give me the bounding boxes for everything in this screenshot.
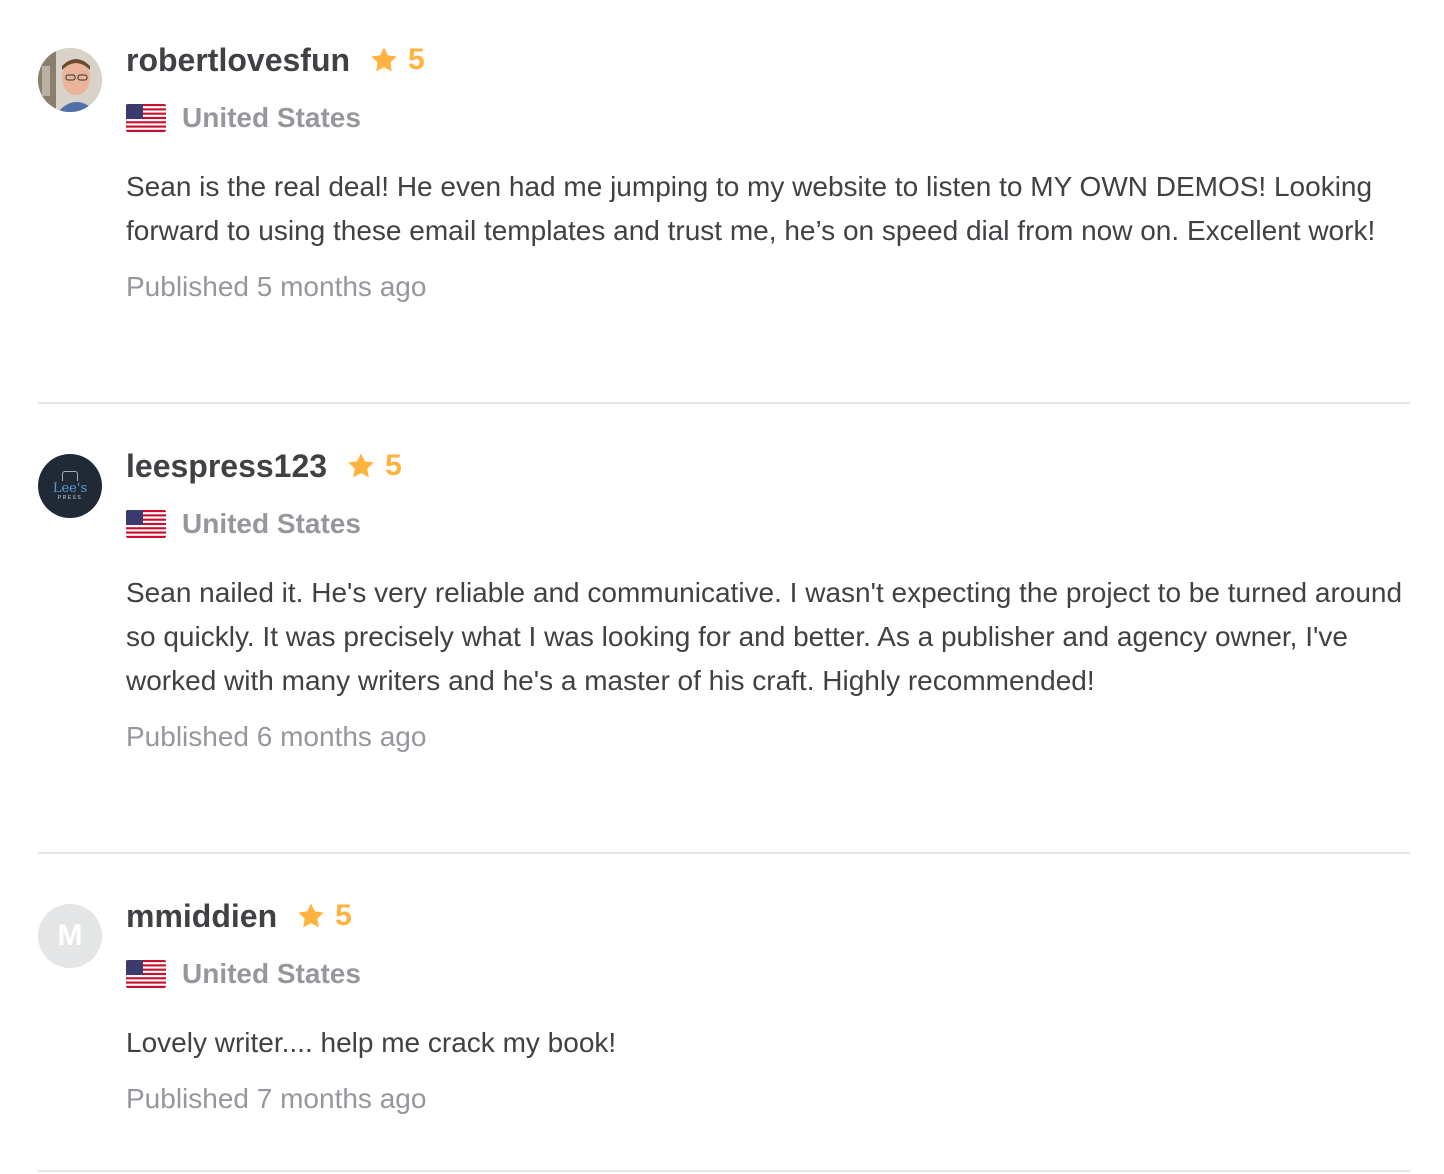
rating-value: 5 xyxy=(385,449,402,482)
username[interactable]: leespress123 xyxy=(126,448,327,485)
rating: 5 xyxy=(345,449,402,483)
rating: 5 xyxy=(295,899,352,933)
avatar[interactable]: Lee's PRESS xyxy=(38,454,102,518)
star-icon xyxy=(348,453,374,478)
avatar-logo-name: Lee's xyxy=(52,480,88,496)
star-icon xyxy=(371,47,397,72)
rating-value: 5 xyxy=(408,43,425,76)
review-item: robertlovesfun 5 United States Sean is t… xyxy=(38,0,1410,404)
us-flag-icon xyxy=(126,510,166,538)
username[interactable]: mmiddien xyxy=(126,898,277,935)
us-flag-icon xyxy=(126,960,166,988)
review-text: Lovely writer.... help me crack my book! xyxy=(126,1027,617,1058)
review-text: Sean is the real deal! He even had me ju… xyxy=(126,171,1376,246)
avatar[interactable]: M xyxy=(38,904,102,968)
review-item: M mmiddien 5 United States Lovely writer… xyxy=(38,854,1410,1172)
review-text: Sean nailed it. He's very reliable and c… xyxy=(126,577,1403,696)
us-flag-icon xyxy=(126,104,166,132)
published-date: Published 5 months ago xyxy=(126,271,427,302)
reviews-list: robertlovesfun 5 United States Sean is t… xyxy=(38,0,1410,1172)
published-date: Published 6 months ago xyxy=(126,721,427,752)
country: United States xyxy=(182,102,361,133)
username[interactable]: robertlovesfun xyxy=(126,42,350,79)
avatar-initial: M xyxy=(57,919,83,952)
star-icon xyxy=(298,903,324,928)
country: United States xyxy=(182,958,361,989)
avatar-logo-sub: PRESS xyxy=(57,494,83,501)
country: United States xyxy=(182,508,361,539)
rating: 5 xyxy=(368,43,425,77)
review-item: Lee's PRESS leespress123 5 United States… xyxy=(38,404,1410,854)
published-date: Published 7 months ago xyxy=(126,1083,427,1114)
rating-value: 5 xyxy=(335,899,352,932)
book-icon xyxy=(62,470,78,481)
avatar[interactable] xyxy=(38,48,102,112)
